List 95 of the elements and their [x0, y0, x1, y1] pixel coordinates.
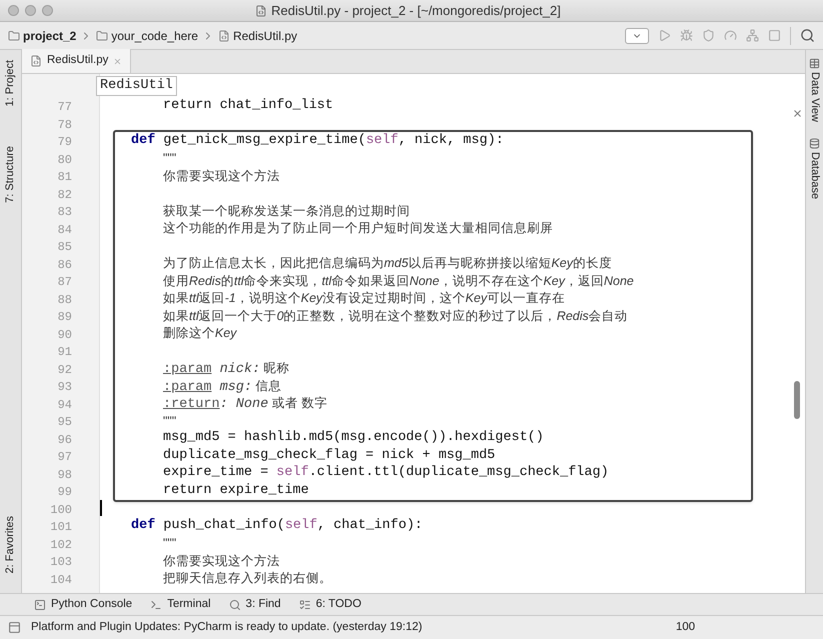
status-message: Platform and Plugin Updates: PyCharm is ready to update. (yesterday 19:12): [31, 620, 424, 635]
line-number: 96: [58, 432, 72, 446]
list-icon: [298, 598, 311, 610]
line-number: 97: [58, 450, 72, 464]
code-line: def get_nick_msg_expire_time(self, nick, msg):: [131, 132, 504, 149]
window-control[interactable]: [42, 5, 53, 16]
line-number: 78: [58, 118, 72, 132]
file-icon: [218, 30, 230, 42]
play-icon[interactable]: [658, 29, 671, 42]
line-number: 99: [58, 485, 72, 499]
tool-window-button[interactable]: Terminal: [150, 596, 211, 614]
line-number: 88: [58, 292, 72, 306]
code-line: msg_md5 = hashlib.md5(msg.encode()).hexdigest(): [163, 430, 544, 446]
shield-icon[interactable]: [702, 29, 715, 42]
line-number: 93: [58, 380, 72, 394]
database-icon: [809, 138, 820, 149]
breadcrumb-item[interactable]: your_code_here: [96, 26, 198, 44]
code-line: :return: None 或者 数字: [163, 395, 328, 412]
line-number: 79: [58, 135, 72, 149]
line-number: 100: [50, 502, 72, 516]
code-line: 你需要实现这个方法: [163, 552, 280, 569]
code-line: expire_time = self.client.ttl(duplicate_msg_check_flag): [163, 465, 609, 482]
breadcrumb-item[interactable]: project_2: [8, 26, 76, 44]
code-line: 使用Redis的ttl命令来实现，ttl命令如果返回None，说明不存在这个Key，返回None: [163, 272, 634, 289]
run-config-dropdown[interactable]: [625, 28, 649, 44]
line-number: 87: [58, 275, 72, 289]
line-number: 84: [58, 222, 72, 236]
code-line: duplicate_msg_check_flag = nick + msg_md5: [163, 448, 496, 464]
code-line: """: [163, 150, 176, 166]
line-number: 89: [58, 310, 72, 324]
code-line: return chat_info_list: [163, 98, 334, 114]
terminal-icon: [150, 598, 162, 610]
scrollbar-thumb[interactable]: [794, 381, 800, 419]
close-icon[interactable]: [113, 56, 122, 66]
line-number: 90: [58, 328, 72, 342]
search-icon[interactable]: [800, 28, 815, 43]
code-line: :param msg: 信息: [163, 378, 282, 394]
console-icon: [34, 598, 46, 610]
gauge-icon[interactable]: [724, 29, 737, 42]
line-number: 77: [58, 100, 72, 114]
search-icon: [228, 598, 241, 610]
code-line: return expire_time: [163, 482, 309, 499]
code-line: def push_chat_info(self, chat_info):: [131, 518, 423, 534]
line-number: 101: [50, 520, 72, 534]
folder-icon: [96, 30, 108, 42]
line-number: 82: [58, 188, 72, 202]
line-number: 80: [58, 152, 72, 166]
tool-window-button[interactable]: Python Console: [34, 596, 132, 614]
code-line: """: [163, 412, 176, 429]
code-line: 这个功能的作用是为了防止同一个用户短时间发送大量相同信息刷屏: [163, 220, 553, 236]
line-number: 92: [58, 362, 72, 376]
panel-icon[interactable]: [8, 621, 21, 634]
line-number: 83: [58, 205, 72, 219]
stop-icon[interactable]: [768, 29, 781, 42]
code-line: 如果ttl返回一个大于0的正整数，说明在这个整数对应的秒过了以后，Redis会自动: [163, 308, 628, 324]
line-number: 94: [58, 398, 72, 412]
network-icon[interactable]: [746, 29, 759, 42]
tool-window-tab[interactable]: 2: Favorites: [0, 516, 23, 573]
text-caret: [100, 500, 102, 516]
tool-window-tab[interactable]: 1: Project: [0, 60, 23, 106]
tool-window-tab[interactable]: Data View: [806, 58, 823, 122]
tool-window-tab[interactable]: 7: Structure: [0, 146, 23, 204]
code-line: 获取某一个昵称发送某一条消息的过期时间: [163, 202, 410, 219]
code-line: 为了防止信息太长，因此把信息编码为md5以后再与昵称拼接以缩短Key的长度: [163, 255, 612, 272]
bug-icon[interactable]: [680, 29, 693, 42]
code-line: :param nick: 昵称: [163, 360, 290, 376]
editor-breadcrumb[interactable]: RedisUtil: [96, 76, 177, 96]
line-number: 85: [58, 240, 72, 254]
file-icon: [255, 4, 268, 16]
line-number: 102: [50, 538, 72, 552]
tool-window-tab[interactable]: Database: [806, 138, 823, 200]
line-number: 81: [58, 170, 72, 184]
window-control[interactable]: [8, 5, 19, 16]
folder-icon: [8, 30, 20, 42]
table-icon: [809, 58, 820, 69]
code-line: 删除这个Key: [163, 325, 237, 342]
file-icon: [30, 55, 42, 67]
line-number: 104: [50, 572, 72, 586]
line-number: 91: [58, 345, 72, 359]
close-icon[interactable]: [792, 108, 802, 119]
tool-window-button[interactable]: 3: Find: [228, 596, 281, 614]
breadcrumb-item[interactable]: RedisUtil.py: [218, 26, 298, 44]
line-number: 86: [58, 258, 72, 272]
code-line: 如果ttl返回-1，说明这个Key没有设定过期时间，这个Key可以一直存在: [163, 290, 565, 306]
code-line: 把聊天信息存入列表的右侧。: [163, 570, 332, 586]
line-number: 95: [58, 415, 72, 429]
window-control[interactable]: [25, 5, 36, 16]
cursor-position[interactable]: 100: [676, 618, 695, 636]
code-line: """: [163, 535, 176, 552]
line-number: 98: [58, 468, 72, 482]
window-title: RedisUtil.py - project_2 - [~/mongoredis/project_2]: [271, 2, 561, 20]
line-number: 103: [50, 555, 72, 569]
tool-window-button[interactable]: 6: TODO: [298, 596, 362, 614]
editor-tab[interactable]: RedisUtil.py: [22, 49, 132, 73]
code-line: 你需要实现这个方法: [163, 168, 280, 184]
